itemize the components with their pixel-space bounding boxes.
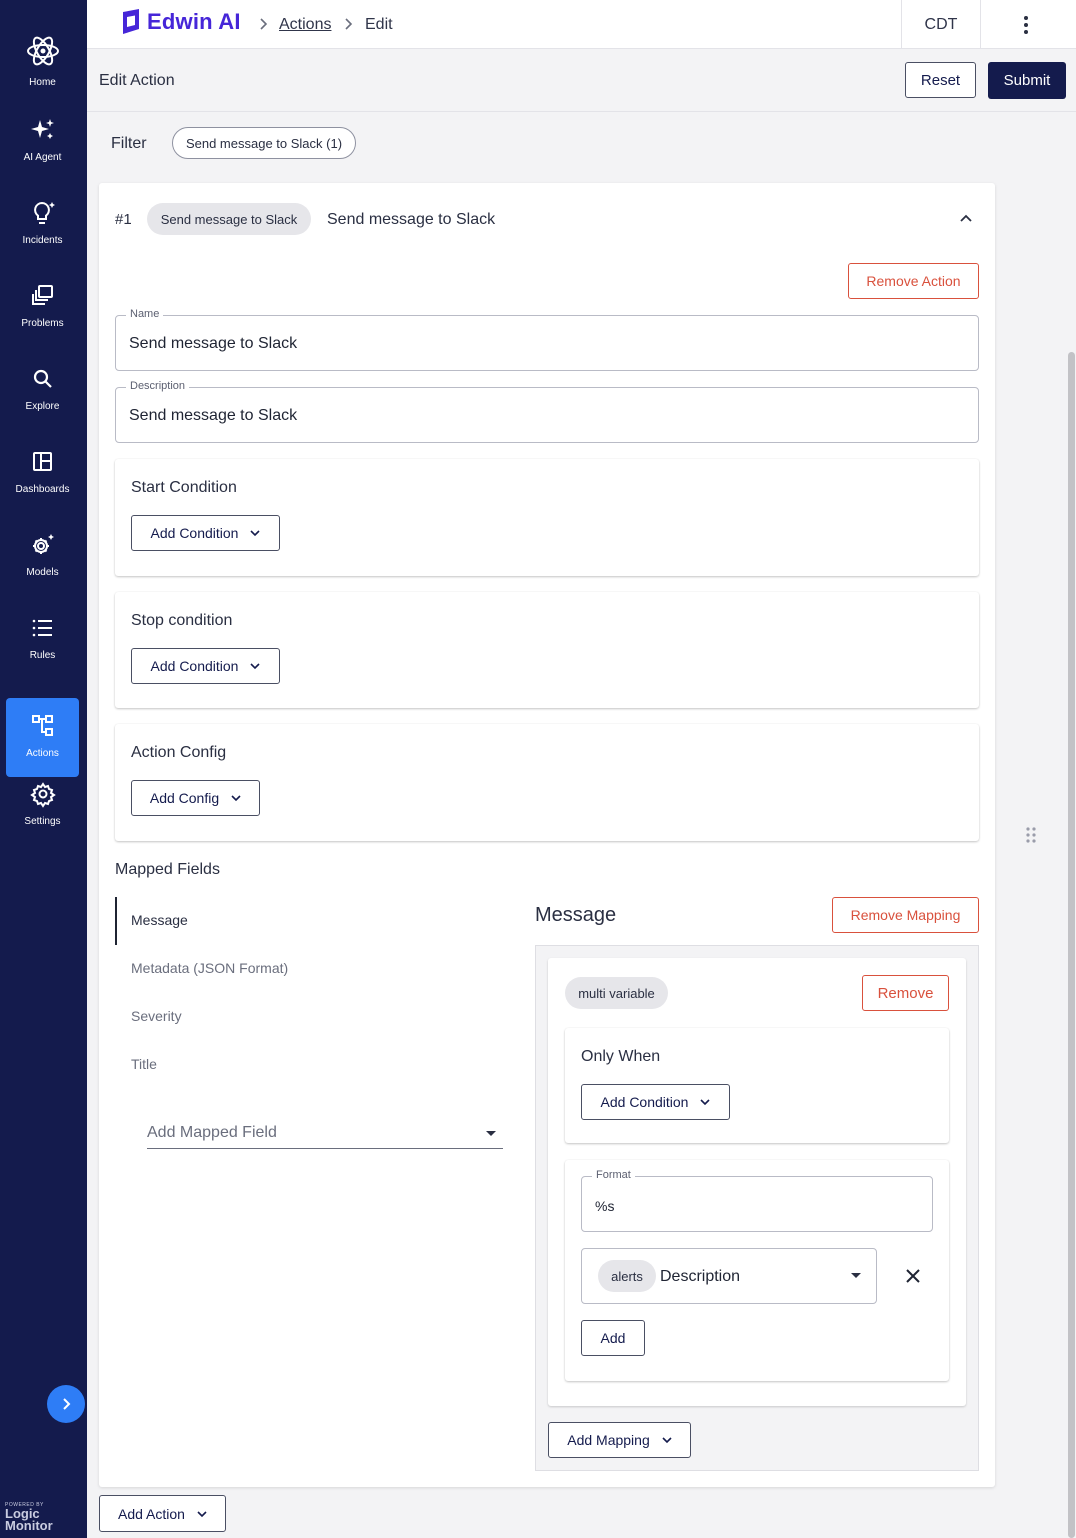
chevron-right-icon [345, 18, 353, 30]
add-mapping-button[interactable]: Add Mapping [548, 1422, 691, 1458]
start-condition-section: Start Condition Add Condition [115, 459, 979, 576]
gear-icon [29, 782, 56, 808]
sidebar-item-label: Explore [25, 401, 60, 412]
mapped-field-title[interactable]: Title [131, 1056, 157, 1072]
list-icon [32, 619, 52, 637]
sidebar-item-models[interactable]: Models [6, 517, 79, 596]
scrollbar-thumb[interactable] [1068, 352, 1075, 1538]
add-start-condition-button[interactable]: Add Condition [131, 515, 280, 551]
action-config-section: Action Config Add Config [115, 724, 979, 841]
brand-logo[interactable]: Edwin AI [119, 8, 241, 36]
sparkles-icon [30, 119, 54, 139]
reset-button[interactable]: Reset [905, 62, 976, 98]
stack-icon [31, 285, 53, 305]
brand-name: Edwin AI [147, 9, 241, 34]
caret-down-icon [486, 1131, 496, 1136]
action-index: #1 [115, 211, 132, 228]
sidebar-item-explore[interactable]: Explore [6, 351, 79, 430]
top-bar: Edwin AI Actions Edit CDT [87, 0, 1076, 49]
add-action-button[interactable]: Add Action [99, 1495, 226, 1532]
sidebar-item-label: AI Agent [23, 152, 62, 163]
action-type-chip: Send message to Slack [147, 203, 311, 235]
variable-select[interactable]: alerts Description [581, 1248, 877, 1304]
atom-icon [26, 36, 59, 66]
close-icon[interactable] [904, 1267, 922, 1285]
remove-variable-button[interactable]: Remove [862, 975, 949, 1011]
chevron-down-icon [662, 1437, 672, 1444]
stop-condition-section: Stop condition Add Condition [115, 592, 979, 708]
add-config-button[interactable]: Add Config [131, 780, 260, 816]
filter-chip[interactable]: Send message to Slack (1) [172, 127, 356, 159]
lightbulb-icon [33, 201, 55, 224]
drag-handle-icon[interactable] [1025, 826, 1037, 844]
chevron-down-icon [231, 795, 241, 802]
chevron-down-icon [250, 663, 261, 670]
remove-action-button[interactable]: Remove Action [848, 263, 979, 299]
mapped-field-message[interactable]: Message [131, 912, 188, 928]
page-header: Edit Action Reset Submit [87, 50, 1076, 112]
filter-label: Filter [111, 135, 147, 152]
active-indicator [115, 897, 117, 945]
sidebar-item-label: Actions [26, 748, 59, 759]
search-icon [33, 369, 52, 388]
breadcrumb-actions[interactable]: Actions [279, 16, 331, 34]
workflow-icon [31, 715, 53, 736]
caret-down-icon [851, 1273, 861, 1278]
format-field[interactable]: Format %s [581, 1169, 933, 1232]
page-title: Edit Action [99, 72, 175, 89]
sidebar-item-label: Dashboards [15, 484, 70, 495]
name-field[interactable]: Name Send message to Slack [115, 308, 979, 371]
sidebar-item-label: Models [26, 567, 59, 578]
remove-mapping-button[interactable]: Remove Mapping [832, 897, 979, 933]
sidebar-item-ai-agent[interactable]: AI Agent [6, 102, 79, 181]
sidebar-item-label: Problems [21, 318, 64, 329]
add-mapped-field-select[interactable]: Add Mapped Field [147, 1116, 503, 1149]
chevron-down-icon [197, 1510, 207, 1517]
sidebar-item-settings[interactable]: Settings [6, 766, 79, 845]
sidebar-item-home[interactable]: Home [6, 19, 79, 98]
sidebar-item-label: Home [29, 77, 56, 88]
sidebar-item-label: Settings [24, 816, 61, 827]
chevron-down-icon [250, 530, 261, 537]
chevron-right-icon [260, 18, 268, 30]
chevron-up-icon[interactable] [959, 212, 973, 224]
mapped-field-metadata[interactable]: Metadata (JSON Format) [131, 960, 288, 976]
edwin-logo-icon [123, 9, 139, 34]
add-variable-button[interactable]: Add [581, 1320, 645, 1356]
add-stop-condition-button[interactable]: Add Condition [131, 648, 280, 684]
sidebar-item-rules[interactable]: Rules [6, 600, 79, 679]
sidebar-item-label: Rules [29, 650, 56, 661]
expand-sidebar-button[interactable] [47, 1385, 85, 1423]
chevron-down-icon [700, 1099, 711, 1106]
mapped-fields-title: Mapped Fields [115, 861, 220, 878]
variable-value: Description [660, 1268, 741, 1285]
dashboard-icon [32, 452, 52, 471]
action-heading: Send message to Slack [327, 211, 496, 228]
breadcrumb-current: Edit [365, 16, 393, 33]
sidebar-item-incidents[interactable]: Incidents [6, 185, 79, 264]
timezone-selector[interactable]: CDT [901, 0, 981, 49]
chevron-right-icon [63, 1398, 71, 1410]
sidebar-item-label: Incidents [22, 235, 63, 246]
mapped-field-severity[interactable]: Severity [131, 1008, 182, 1024]
add-only-when-condition-button[interactable]: Add Condition [581, 1084, 730, 1120]
submit-button[interactable]: Submit [988, 62, 1066, 99]
sidebar-item-problems[interactable]: Problems [6, 268, 79, 347]
only-when-section: Only When Add Condition [565, 1028, 949, 1143]
gear-sparkle-icon [32, 534, 54, 554]
variable-type-chip: multi variable [565, 977, 668, 1009]
sidebar-item-dashboards[interactable]: Dashboards [6, 434, 79, 513]
logicmonitor-logo: POWERED BY Logic Monitor [5, 1502, 53, 1533]
sidebar: Home AI Agent Incidents Problems Explore… [0, 0, 87, 1538]
description-field[interactable]: Description Send message to Slack [115, 380, 979, 443]
mapping-title: Message [535, 904, 617, 926]
more-vertical-icon[interactable] [1011, 14, 1041, 36]
variable-source-chip: alerts [598, 1260, 656, 1292]
